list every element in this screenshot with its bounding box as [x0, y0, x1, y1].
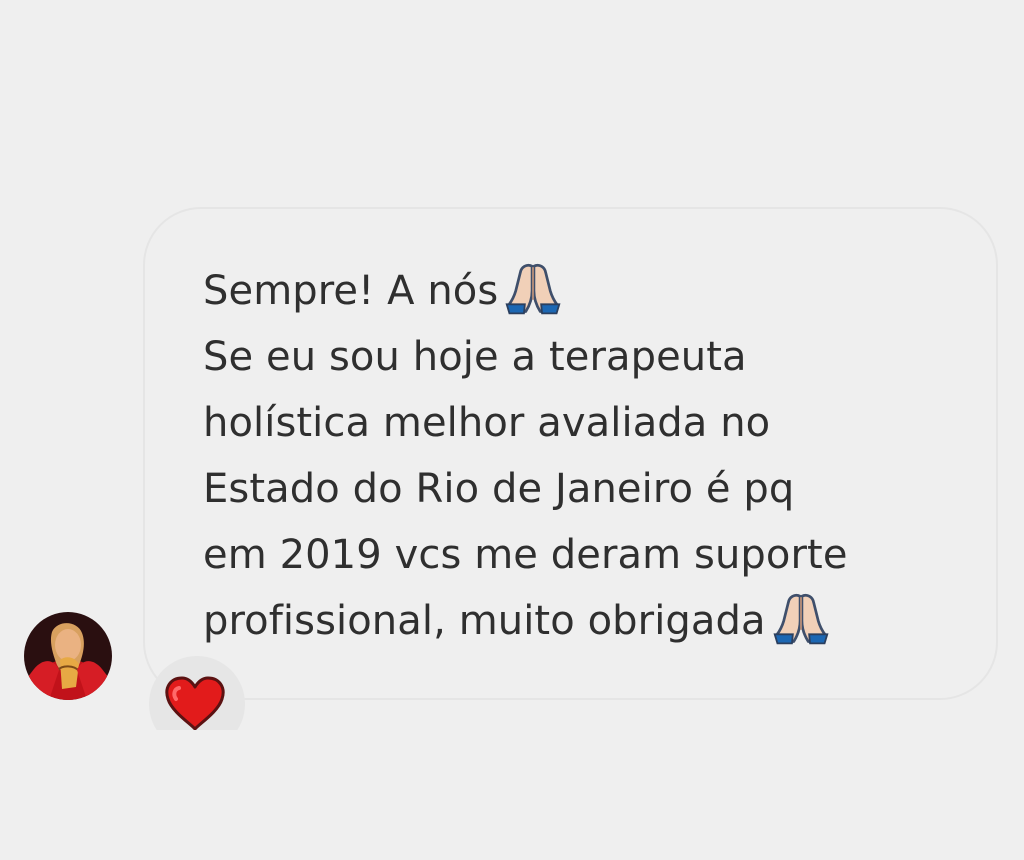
message-line-6: profissional, muito obrigada	[203, 588, 963, 654]
lower-background	[0, 730, 1024, 860]
message-line-4: Estado do Rio de Janeiro é pq	[203, 466, 795, 512]
avatar-photo	[24, 612, 112, 700]
message-line-3: holística melhor avaliada no	[203, 400, 771, 446]
message-line-5: em 2019 vcs me deram suporte	[203, 532, 848, 578]
folded-hands-icon	[773, 593, 829, 645]
message-line-1: Sempre! A nós	[203, 258, 963, 324]
avatar[interactable]	[24, 612, 112, 700]
folded-hands-icon	[505, 263, 561, 315]
message-text: Sempre! A nós Se eu sou hoje a terapeuta…	[203, 258, 963, 654]
heart-icon	[165, 676, 225, 731]
message-line-6-text: profissional, muito obrigada	[203, 598, 766, 644]
message-line-1-text: Sempre! A nós	[203, 268, 499, 314]
message-line-2: Se eu sou hoje a terapeuta	[203, 334, 747, 380]
